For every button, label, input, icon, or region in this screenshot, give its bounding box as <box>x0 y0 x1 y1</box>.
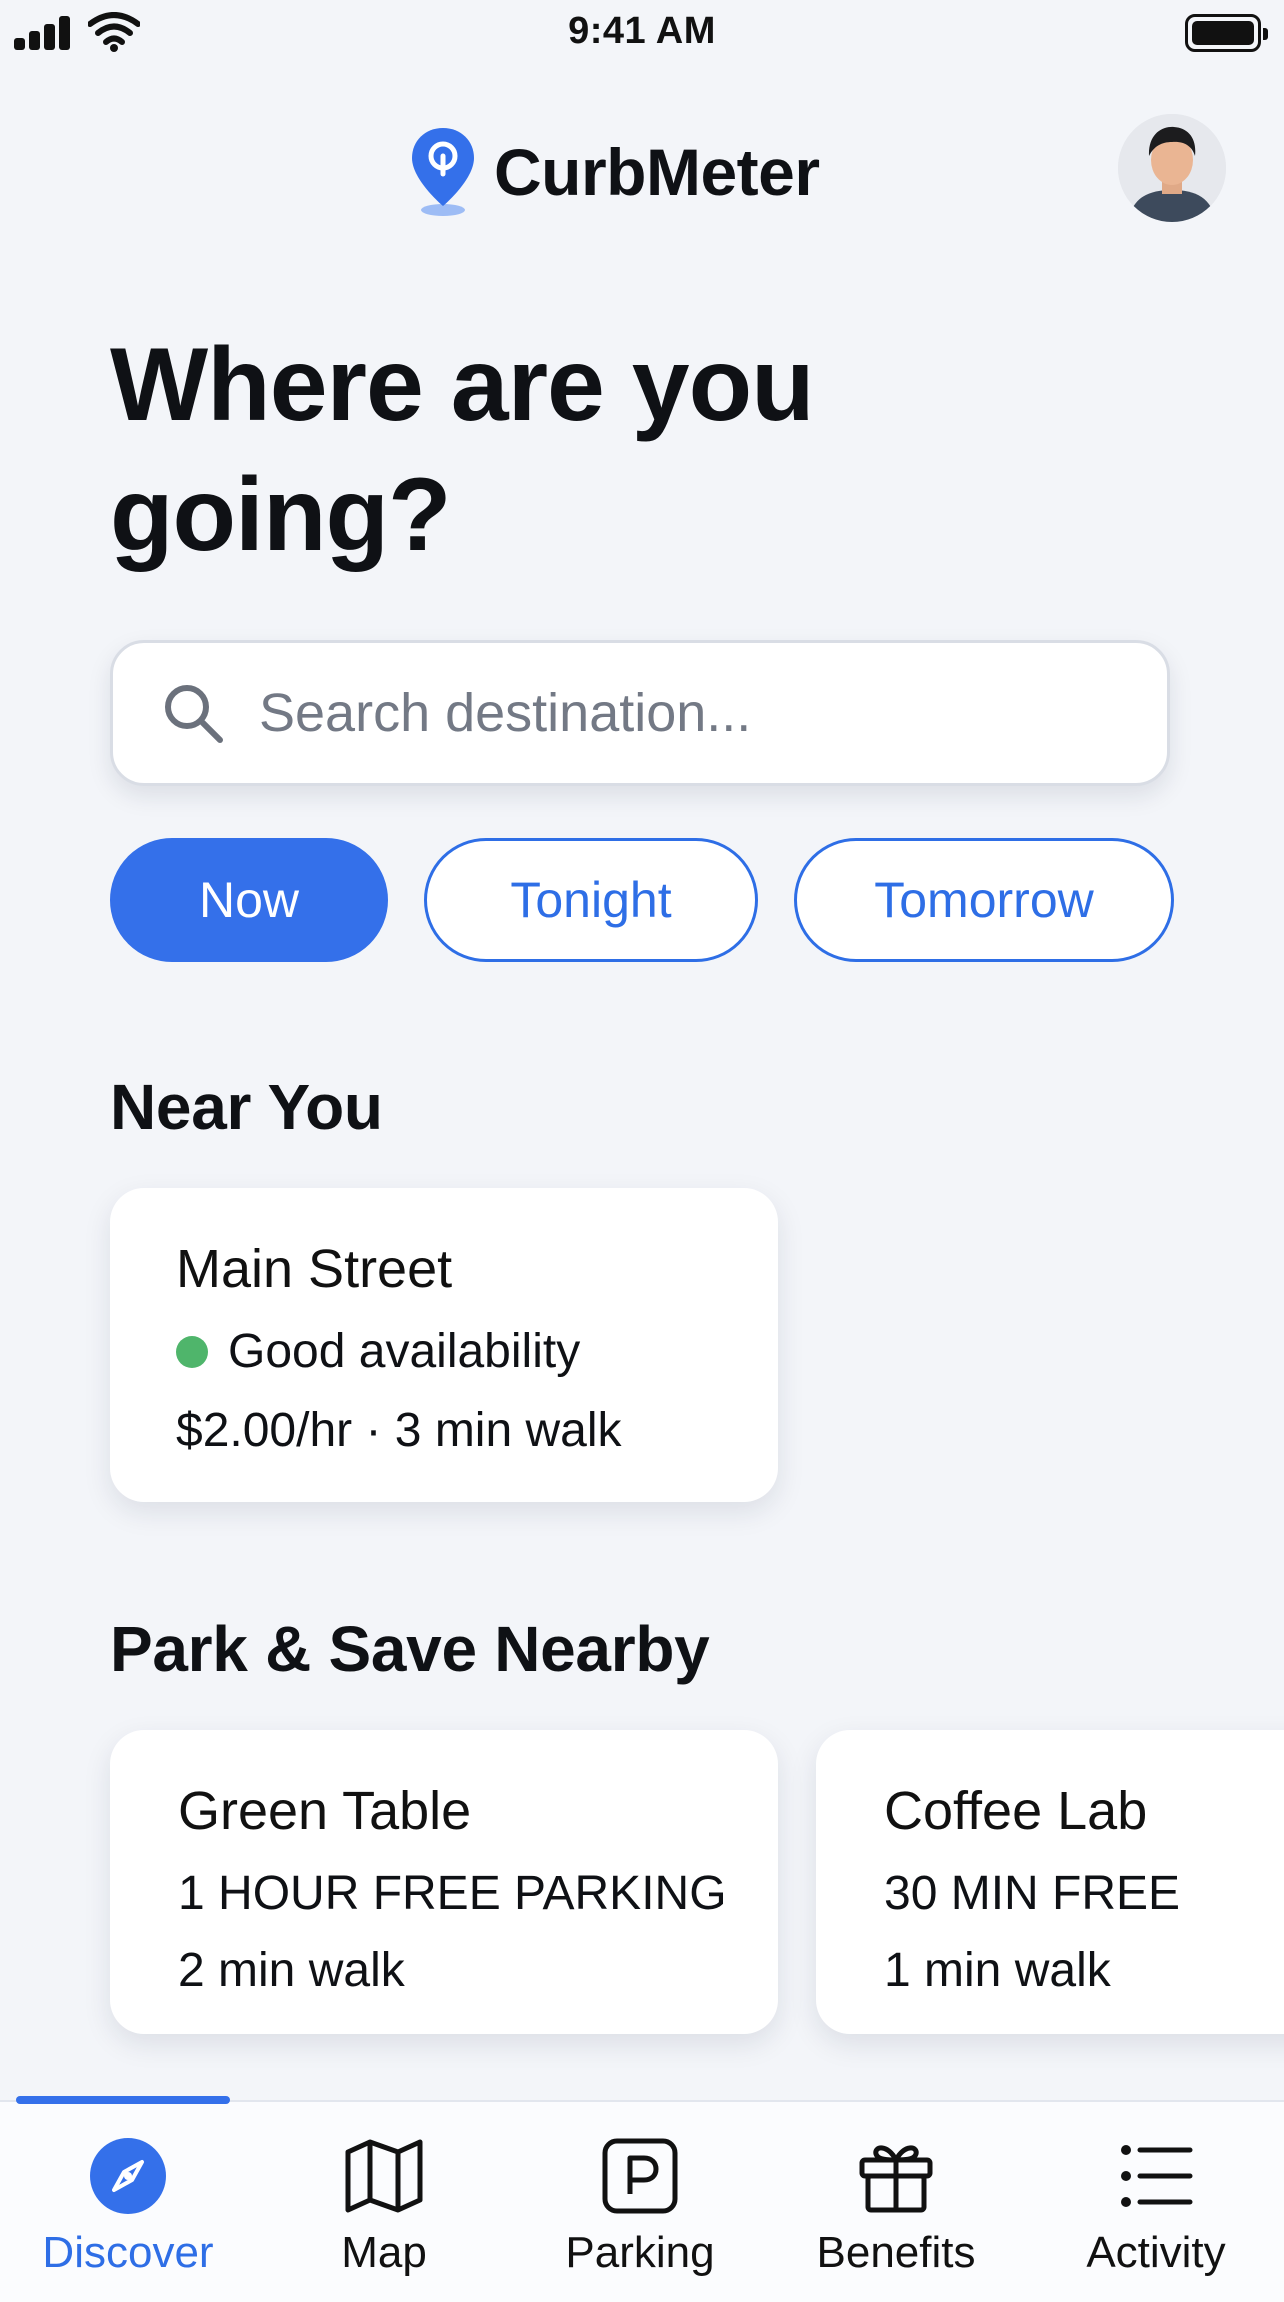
location-name: Main Street <box>176 1239 453 1299</box>
tab-label: Map <box>341 2228 427 2277</box>
filter-chip-tonight[interactable]: Tonight <box>424 838 758 962</box>
deal-walk-time: 2 min walk <box>178 1944 405 1997</box>
parking-icon <box>602 2138 678 2214</box>
avatar[interactable] <box>1118 114 1226 222</box>
tab-parking[interactable]: Parking <box>512 2102 768 2302</box>
map-icon <box>345 2139 423 2213</box>
availability-status: Good availability <box>176 1324 778 1379</box>
tab-label: Parking <box>565 2228 715 2277</box>
list-icon <box>1121 2145 1193 2207</box>
page-title-line-2: going? <box>110 457 452 573</box>
status-bar: 9:41 AM <box>0 0 1284 70</box>
park-and-save-heading: Park & Save Nearby <box>110 1613 710 1685</box>
tab-label: Discover <box>42 2228 214 2277</box>
deal-offer: 1 HOUR FREE PARKING <box>178 1867 727 1920</box>
tab-activity[interactable]: Activity <box>1028 2102 1284 2302</box>
compass-icon <box>90 2138 166 2214</box>
time-filter-group: Now Tonight Tomorrow <box>110 838 1210 962</box>
battery-icon <box>1185 14 1268 52</box>
user-avatar-icon <box>1118 114 1226 222</box>
gift-icon <box>859 2145 933 2213</box>
filter-chip-now[interactable]: Now <box>110 838 388 962</box>
deal-walk-time: 1 min walk <box>884 1944 1111 1997</box>
search-input[interactable] <box>259 682 1167 744</box>
near-you-card-main-street[interactable]: Main Street Good availability $2.00/hr ·… <box>110 1188 778 1502</box>
tab-label: Activity <box>1086 2228 1226 2277</box>
availability-dot-icon <box>176 1335 208 1368</box>
deal-card-coffee-lab[interactable]: Coffee Lab 30 MIN FREE 1 min walk <box>816 1730 1284 2034</box>
deal-card-green-table[interactable]: Green Table 1 HOUR FREE PARKING 2 min wa… <box>110 1730 778 2034</box>
deal-merchant-name: Coffee Lab <box>884 1781 1148 1841</box>
filter-chip-tomorrow[interactable]: Tomorrow <box>794 838 1174 962</box>
bottom-tab-bar: Discover Map Parking Benefits Activity <box>0 2096 1284 2302</box>
tab-benefits[interactable]: Benefits <box>768 2102 1024 2302</box>
app-screen: 9:41 AM CurbMeter Where are you going? S… <box>0 0 1284 2302</box>
app-name: CurbMeter <box>494 135 820 209</box>
search-icon <box>165 685 223 743</box>
tab-label: Benefits <box>816 2228 976 2277</box>
app-header: CurbMeter <box>0 110 1284 230</box>
page-title-line-1: Where are you <box>110 327 815 443</box>
status-time: 9:41 AM <box>568 10 716 52</box>
near-you-heading: Near You <box>110 1071 383 1143</box>
tab-map[interactable]: Map <box>256 2102 512 2302</box>
tab-discover[interactable]: Discover <box>0 2102 256 2302</box>
availability-label: Good availability <box>228 1325 581 1378</box>
location-pin-logo-icon <box>412 128 474 216</box>
brand: CurbMeter <box>410 122 820 222</box>
deal-offer: 30 MIN FREE <box>884 1867 1181 1920</box>
deal-merchant-name: Green Table <box>178 1781 472 1841</box>
search-bar[interactable] <box>110 640 1170 786</box>
page-title: Where are you going? <box>110 320 1110 580</box>
park-and-save-carousel[interactable]: Green Table 1 HOUR FREE PARKING 2 min wa… <box>0 1730 1284 2036</box>
rate-and-walk: $2.00/hr · 3 min walk <box>176 1404 622 1457</box>
